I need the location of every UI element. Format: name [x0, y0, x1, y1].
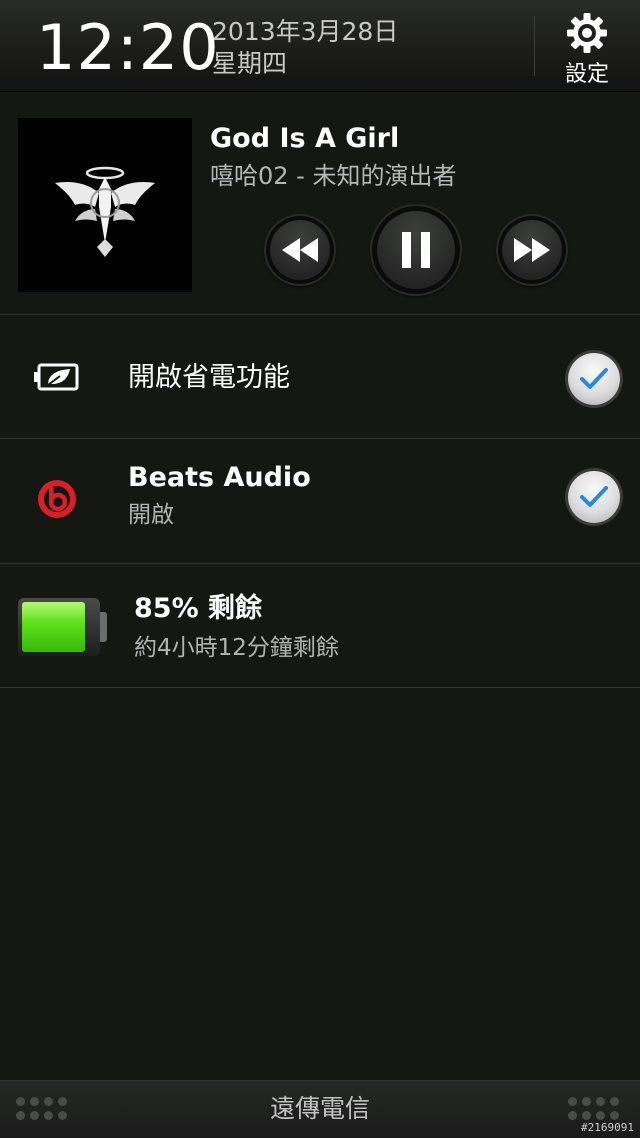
checkmark-icon [580, 368, 608, 389]
winged-emblem-icon [55, 166, 155, 257]
rewind-button[interactable] [266, 216, 334, 284]
power-saver-checkbox[interactable] [568, 353, 620, 405]
settings-label: 設定 [564, 62, 609, 87]
fast-forward-button[interactable] [498, 216, 566, 284]
beats-audio-status: 開啟 [128, 502, 174, 528]
power-saver-icon [34, 363, 79, 391]
status-header: 12:20 2013年3月28日 星期四 設定 [0, 0, 640, 92]
weekday-label: 星期四 [212, 49, 288, 78]
battery-percent: 85% 剩餘 [134, 593, 263, 624]
divider [0, 687, 640, 688]
header-divider [534, 16, 535, 76]
drag-handle-right[interactable] [568, 1097, 624, 1123]
pause-button[interactable] [372, 206, 460, 294]
power-saver-row[interactable]: 開啟省電功能 [0, 315, 640, 439]
date-label: 2013年3月28日 [212, 17, 399, 46]
media-player: God Is A Girl 嘻哈02 - 未知的演出者 [0, 92, 640, 314]
fast-forward-icon [514, 238, 550, 262]
pause-icon [402, 232, 430, 268]
rewind-icon [282, 238, 318, 262]
bottom-bar[interactable]: 遠傳電信 [0, 1080, 640, 1138]
clock: 12:20 [36, 11, 220, 84]
gear-icon [567, 13, 607, 53]
beats-audio-row[interactable]: Beats Audio 開啟 [0, 439, 640, 563]
beats-audio-checkbox[interactable] [568, 471, 620, 523]
carrier-label: 遠傳電信 [269, 1094, 370, 1123]
song-title: God Is A Girl [210, 123, 400, 154]
battery-level-fill [22, 602, 85, 652]
battery-remaining: 約4小時12分鐘剩餘 [134, 635, 339, 661]
album-art[interactable] [18, 118, 192, 292]
settings-button[interactable]: 設定 [540, 8, 640, 88]
checkmark-icon [580, 486, 608, 507]
power-saver-title: 開啟省電功能 [128, 362, 290, 393]
song-subtitle: 嘻哈02 - 未知的演出者 [210, 162, 457, 190]
beats-audio-icon [38, 480, 76, 518]
notification-shade: 12:20 2013年3月28日 星期四 設定 God Is A Girl 嘻哈… [0, 0, 640, 1138]
watermark: #2169091 [581, 1121, 634, 1134]
battery-row[interactable]: 85% 剩餘 約4小時12分鐘剩餘 [0, 564, 640, 688]
beats-audio-title: Beats Audio [128, 462, 311, 493]
